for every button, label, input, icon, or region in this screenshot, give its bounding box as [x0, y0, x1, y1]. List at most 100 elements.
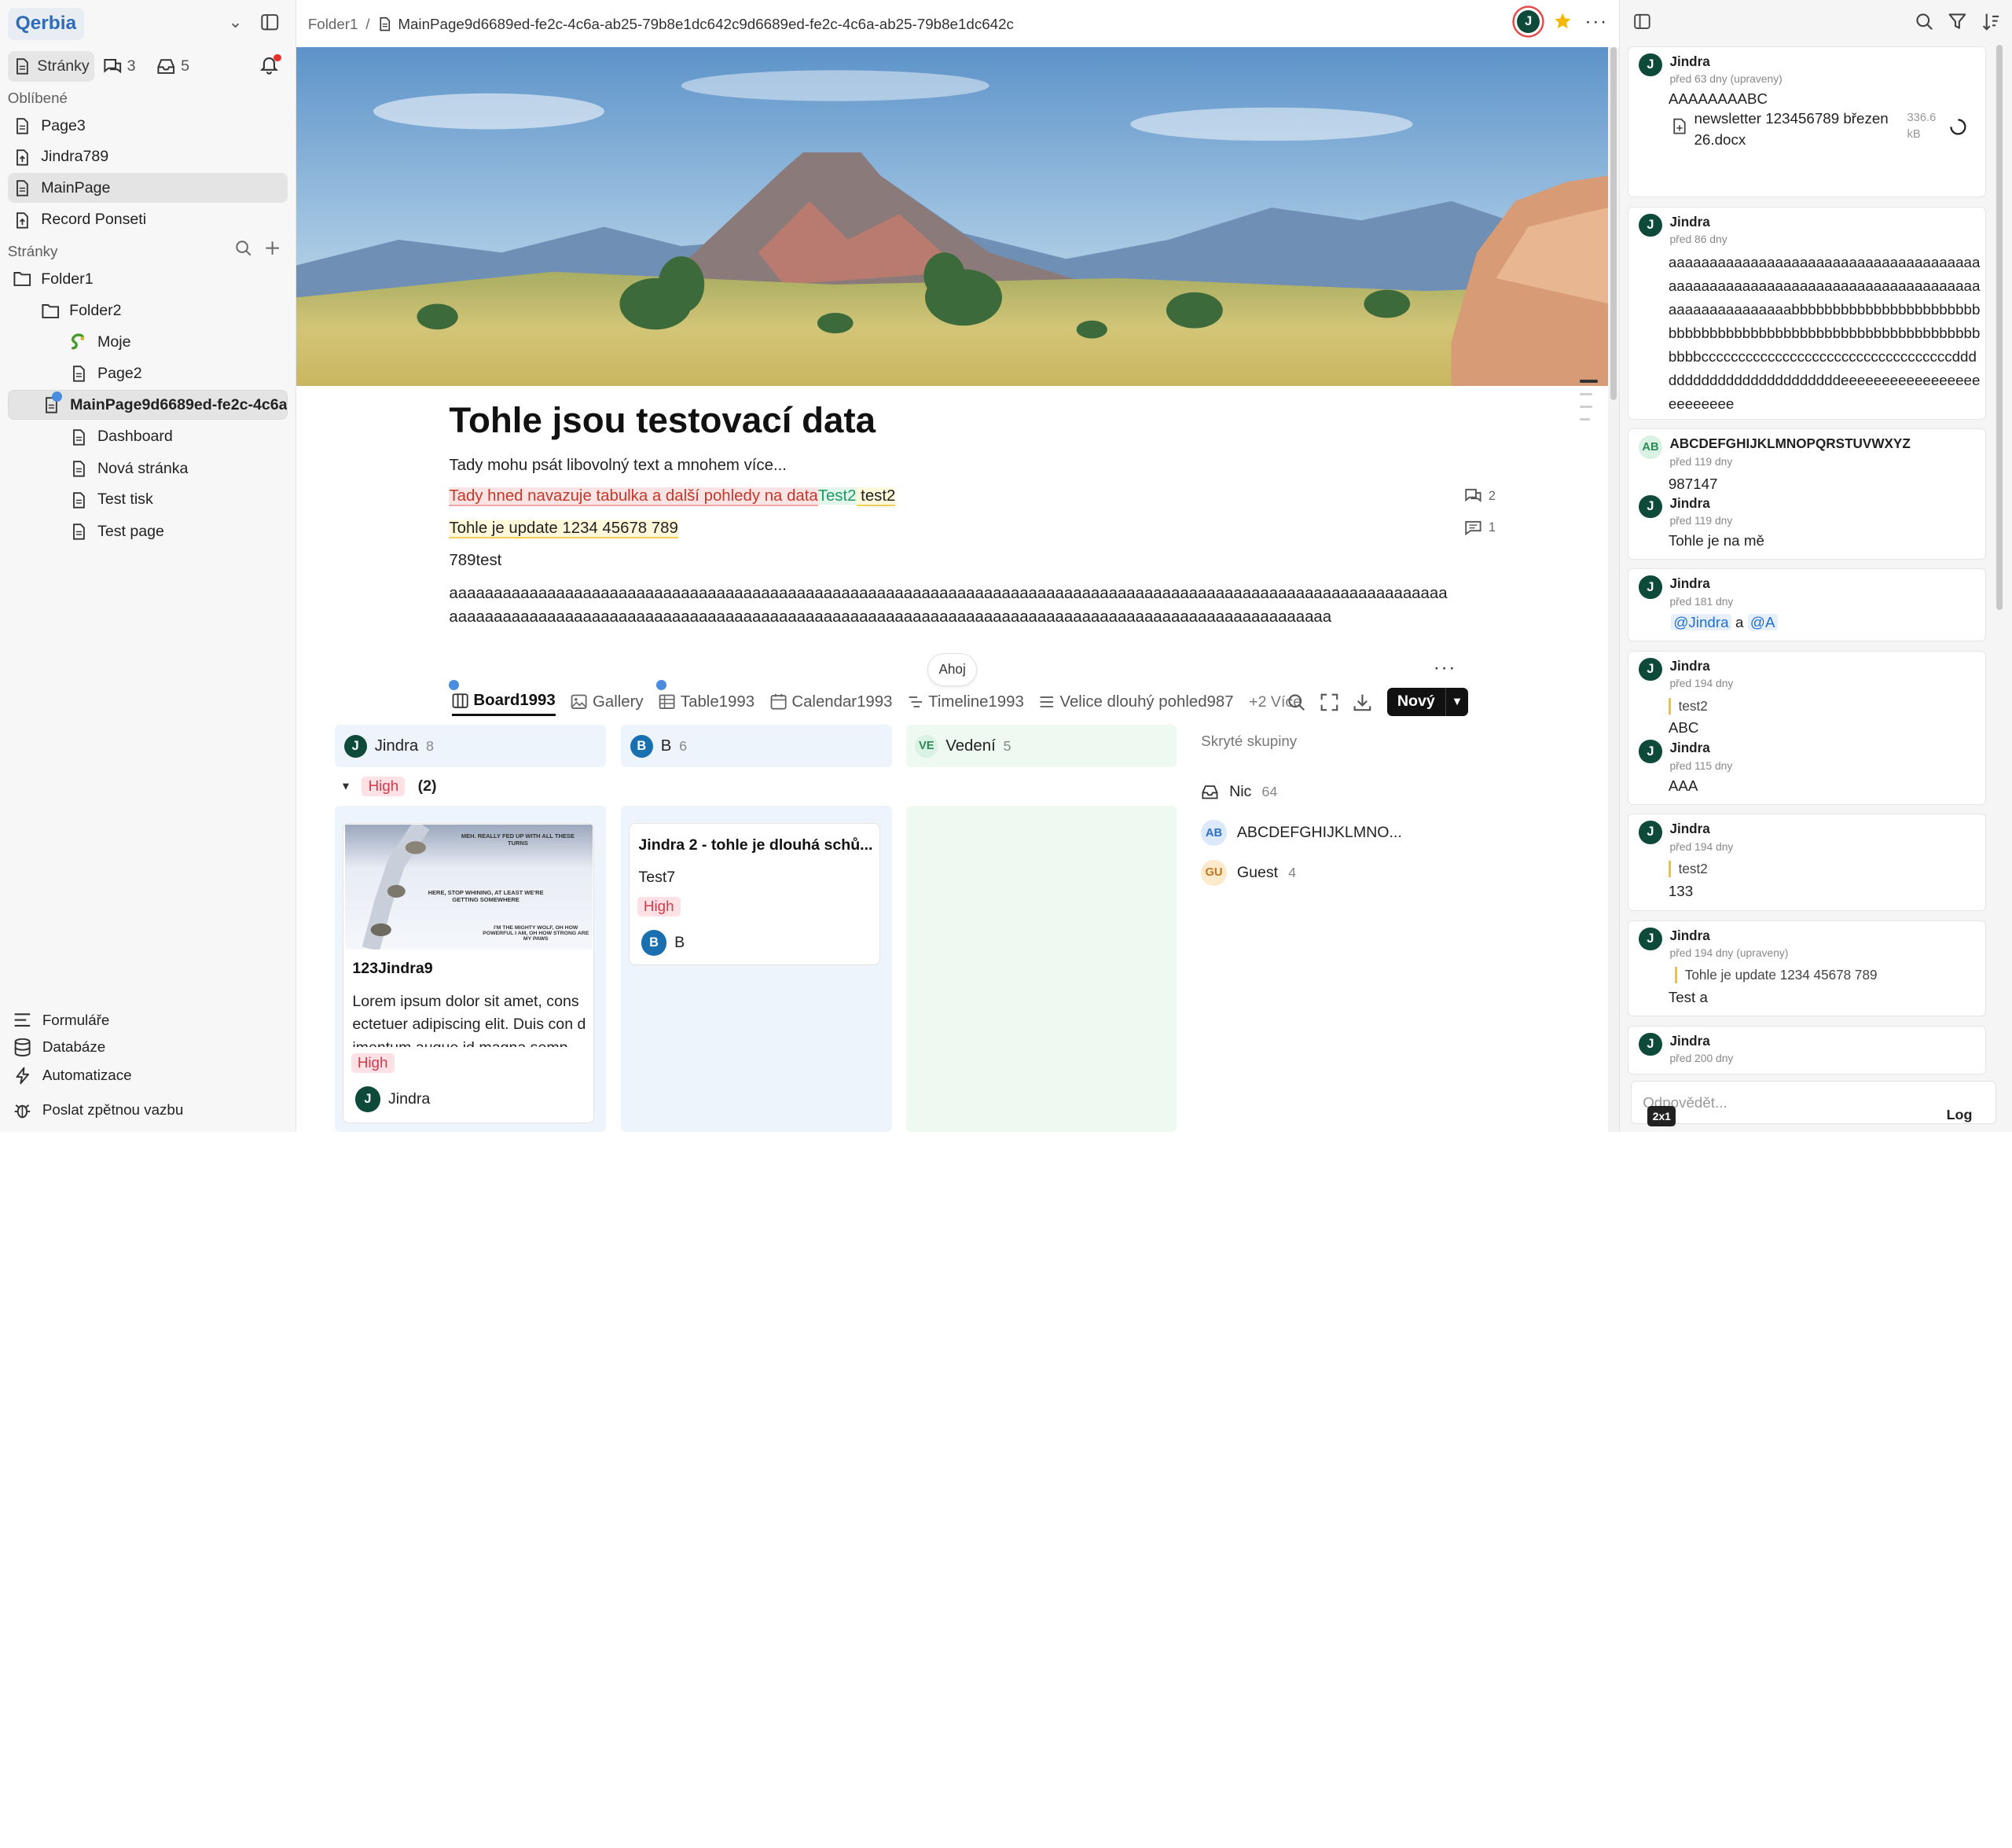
favorite-item-jindra789[interactable]: Jindra789	[8, 142, 288, 172]
floating-comment-bubble[interactable]: Ahoj	[927, 653, 977, 687]
tab-inbox[interactable]: 5	[152, 51, 195, 82]
chevron-down-icon[interactable]: ▾	[343, 778, 349, 794]
tab-pages[interactable]: Stránky	[7, 51, 95, 83]
comment-indicator[interactable]: 1	[1464, 520, 1496, 536]
avatar: J	[354, 1086, 381, 1112]
comment-card[interactable]: J Jindra před 181 dny @Jindra a @A	[1628, 568, 1986, 642]
paragraph-2[interactable]: Tady hned navazuje tabulka a další pohle…	[449, 487, 896, 507]
paragraph-4[interactable]: 789test	[449, 552, 501, 570]
tab-chats[interactable]: 3	[97, 51, 141, 82]
column-header-jindra[interactable]: J Jindra 8	[335, 725, 606, 768]
snake-icon	[69, 332, 88, 351]
page-icon	[42, 391, 63, 414]
comment-thread-indicator[interactable]: 2	[1464, 487, 1496, 504]
table-of-contents[interactable]	[1579, 380, 1598, 431]
comment-card[interactable]: AB ABCDEFGHIJKLMNOPQRSTUVWXYZ před 119 dn…	[1628, 428, 1986, 560]
pages-section-label: Stránky	[7, 242, 58, 259]
column-header-b[interactable]: B B 6	[621, 725, 892, 768]
tree-item-moje[interactable]: Moje	[64, 327, 288, 357]
file-attachment[interactable]: newsletter 123456789 březen 26.docx 336.…	[1672, 108, 1981, 152]
search-icon[interactable]	[1915, 13, 1933, 31]
filter-icon[interactable]	[1948, 13, 1966, 31]
column-name: Vedení	[945, 737, 996, 755]
comment-author: Jindra	[1669, 927, 1710, 943]
more-options-icon[interactable]: ···	[1584, 11, 1607, 33]
chevron-down-icon[interactable]: ▼	[1445, 688, 1468, 717]
sort-icon[interactable]	[1982, 13, 2000, 31]
search-icon[interactable]	[1287, 693, 1305, 711]
tab-timeline-label: Timeline1993	[928, 693, 1024, 711]
board-card[interactable]: MEH. REALLY FED UP WITH ALL THESE TURNS …	[342, 822, 594, 1123]
fullscreen-icon[interactable]	[1320, 693, 1338, 711]
nav-automation[interactable]: Automatizace	[13, 1064, 132, 1087]
comment-card[interactable]: J Jindra před 194 dny test2 133	[1628, 814, 1986, 912]
tab-calendar[interactable]: Calendar1993	[770, 688, 892, 716]
hidden-group-guest[interactable]: GU Guest 4	[1201, 859, 1296, 886]
comment-card[interactable]: J Jindra před 194 dny test2 ABC J Jindra p…	[1628, 650, 1986, 805]
reply-input[interactable]: Odpovědět... Log	[1630, 1080, 1996, 1125]
main-scrollbar[interactable]	[1607, 47, 1620, 1133]
toggle-sidebar-icon[interactable]	[260, 13, 279, 31]
nav-feedback[interactable]: Poslat zpětnou vazbu	[13, 1099, 183, 1122]
card-image-caption: HERE, STOP WHINING, AT LEAST WE'RE GETTI…	[428, 888, 544, 903]
board-card[interactable]: Jindra 2 - tohle je dlouhá schů... Test7…	[628, 822, 880, 965]
comment-card[interactable]: J Jindra před 86 dny aaaaaaaaaaaaaaaaaaaa…	[1628, 206, 1986, 420]
comment-card[interactable]: J Jindra před 194 dny (upraveny) Tohle je…	[1628, 920, 1986, 1017]
long-text-paragraph[interactable]: aaaaaaaaaaaaaaaaaaaaaaaaaaaaaaaaaaaaaaaa…	[449, 582, 1452, 629]
notification-bell-icon[interactable]	[260, 53, 281, 75]
download-icon[interactable]	[1353, 693, 1371, 711]
favorite-item-record-ponseti[interactable]: Record Ponseti	[8, 205, 288, 235]
favorite-item-mainpage[interactable]: MainPage	[7, 173, 288, 203]
comments-scrollbar[interactable]	[1994, 45, 2006, 1071]
view-more-icon[interactable]: ···	[1434, 657, 1456, 679]
tab-table[interactable]: Table1993	[655, 680, 754, 716]
avatar: J	[1639, 740, 1662, 763]
tab-long-view[interactable]: Velice dlouhý pohled987	[1039, 688, 1234, 716]
log-button[interactable]: Log	[1947, 1107, 1973, 1123]
avatar: AB	[1201, 820, 1227, 846]
comment-count: 2	[1488, 488, 1496, 503]
breadcrumb-page[interactable]: MainPage9d6689ed-fe2c-4c6a-ab25-79b8e1dc…	[398, 16, 1014, 33]
current-user-avatar[interactable]: J	[1516, 10, 1540, 34]
tree-item-test-tisk[interactable]: Test tisk	[64, 485, 288, 515]
tree-item-dashboard[interactable]: Dashboard	[64, 422, 288, 452]
favorite-item-page3[interactable]: Page3	[8, 112, 288, 141]
star-icon[interactable]	[1553, 12, 1572, 31]
nav-forms[interactable]: Formuláře	[13, 1009, 109, 1031]
page-title[interactable]: Tohle jsou testovací data	[449, 400, 876, 441]
tab-gallery[interactable]: Gallery	[571, 688, 644, 716]
paragraph-1[interactable]: Tady mohu psát libovolný text a mnohem v…	[449, 457, 787, 475]
chevron-down-icon[interactable]: ⌄	[229, 13, 243, 32]
breadcrumb-folder[interactable]: Folder1	[308, 16, 358, 33]
hidden-group-abc[interactable]: AB ABCDEFGHIJKLMNO...	[1201, 820, 1402, 846]
commented-text: Tohle je update 1234 45678 789	[449, 520, 678, 539]
tab-timeline[interactable]: Timeline1993	[908, 688, 1024, 716]
column-body-vedeni	[905, 806, 1177, 1133]
mention-link[interactable]: @Jindra	[1671, 614, 1731, 631]
comment-time: před 63 dny (upraveny)	[1669, 72, 1783, 86]
search-pages-icon[interactable]	[235, 240, 252, 256]
toggle-panel-icon[interactable]	[1633, 13, 1651, 31]
tree-item-folder2[interactable]: Folder2	[36, 296, 288, 326]
workspace-logo[interactable]: Qerbia	[7, 7, 84, 40]
nav-databases[interactable]: Databáze	[13, 1036, 105, 1059]
paragraph-3[interactable]: Tohle je update 1234 45678 789	[449, 520, 678, 539]
column-header-vedeni[interactable]: VE Vedení 5	[905, 725, 1177, 768]
group-row-high[interactable]: ▾ High (2)	[343, 776, 437, 797]
tree-item-nova-stranka[interactable]: Nová stránka	[64, 454, 288, 484]
comment-card[interactable]: J Jindra před 200 dny	[1628, 1025, 1986, 1075]
comment-card[interactable]: J Jindra před 63 dny (upraveny) AAAAAAAAB…	[1628, 46, 1986, 198]
tree-item-test-page[interactable]: Test page	[64, 517, 288, 547]
comment-time: před 194 dny	[1669, 839, 1734, 853]
hidden-group-nic[interactable]: Nic 64	[1201, 783, 1277, 801]
add-page-icon[interactable]	[264, 240, 281, 256]
tab-board[interactable]: Board1993	[449, 680, 556, 717]
tree-item-mainpage[interactable]: MainPage9d6689ed-fe2c-4c6a-a...	[7, 390, 288, 420]
mention-link[interactable]: @A	[1747, 614, 1778, 631]
tree-item-folder1[interactable]: Folder1	[8, 264, 288, 294]
page-cover-image	[296, 47, 1610, 387]
tree-item-page2[interactable]: Page2	[64, 359, 288, 389]
new-record-button[interactable]: Nový ▼	[1386, 688, 1469, 717]
tab-gallery-label: Gallery	[593, 693, 644, 711]
hidden-group-name: Nic	[1229, 782, 1252, 800]
